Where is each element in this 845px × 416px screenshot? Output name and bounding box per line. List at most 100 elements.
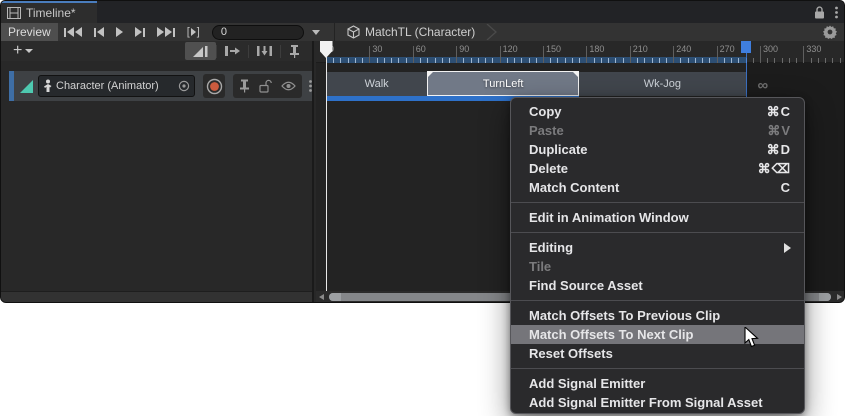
play-range-button[interactable]: [] [181,24,206,40]
clip-label: Walk [365,78,389,90]
unlock-icon[interactable] [259,79,272,93]
frame-field[interactable]: 0 [212,25,304,40]
ruler-label: 90 [459,44,469,54]
edit-mode-group [185,41,308,61]
menu-section: Edit in Animation Window [511,202,804,227]
pin-markers-button[interactable] [281,42,308,60]
record-icon [206,78,223,95]
filmstrip-icon [7,7,21,19]
menu-section: Copy⌘CPaste⌘VDuplicate⌘DDelete⌘⌫Match Co… [511,102,804,197]
ease-out-handle[interactable] [572,71,579,78]
play-button[interactable] [110,24,129,40]
menu-item-label: Reset Offsets [529,346,791,361]
menu-item-match-content[interactable]: Match ContentC [511,178,804,197]
menu-item-match-offsets-to-next-clip[interactable]: Match Offsets To Next Clip [511,325,804,344]
timeline-clip-wk-jog[interactable]: Wk-Jog [579,72,745,96]
clip-loop-bar [326,96,427,101]
menu-item-label: Delete [529,161,758,176]
breadcrumb-bar: MatchTL (Character) [335,23,844,41]
lock-icon[interactable] [814,6,825,19]
menu-item-label: Add Signal Emitter [529,376,791,391]
tab-timeline[interactable]: Timeline* [1,1,97,23]
menu-section: Add Signal Emitter Add Signal Emitter Fro… [511,368,804,412]
submenu-arrow-icon [784,243,791,253]
menu-item-edit-in-animation-window[interactable]: Edit in Animation Window [511,208,804,227]
menu-item-match-offsets-to-previous-clip[interactable]: Match Offsets To Previous Clip [511,306,804,325]
ruler-label: 270 [720,44,735,54]
menu-item-add-signal-emitter[interactable]: Add Signal Emitter [511,374,804,393]
playhead-line [326,55,327,291]
menu-item-copy[interactable]: Copy⌘C [511,102,804,121]
scroll-right-icon[interactable] [837,294,842,300]
menu-item-reset-offsets[interactable]: Reset Offsets [511,344,804,363]
gear-icon[interactable] [823,25,837,39]
menu-item-tile: Tile [511,257,804,276]
preview-toggle-button[interactable]: Preview [1,23,58,41]
clip-label: TurnLeft [483,78,524,90]
menu-item-shortcut: ⌘C [767,104,791,120]
next-frame-button[interactable] [129,24,151,40]
replace-mode-icon [257,45,272,57]
track-kebab-icon[interactable] [309,79,312,93]
timeline-clip-walk[interactable]: Walk [326,72,427,96]
ruler-label: 60 [416,44,426,54]
eye-icon[interactable] [281,81,296,91]
track-toolbar: + [1,41,312,61]
transport-controls: Preview [] 0 [1,23,335,41]
previous-frame-button[interactable] [88,24,110,40]
menu-item-paste: Paste⌘V [511,121,804,140]
ruler-label: 210 [633,44,648,54]
track-panel-footer [1,291,312,303]
menu-item-label: Tile [529,259,791,274]
kebab-menu-icon[interactable] [835,6,838,19]
timeline-end-marker[interactable] [741,41,751,53]
menu-item-label: Editing [529,240,784,255]
clip-label: Wk-Jog [644,78,681,90]
ruler-label: 30 [372,44,382,54]
ruler-label: 300 [763,44,778,54]
menu-item-shortcut: ⌘D [767,142,791,158]
add-track-button[interactable]: + [13,44,33,58]
object-picker-icon[interactable] [178,80,190,92]
menu-item-shortcut: ⌘V [767,123,791,139]
mix-mode-icon [193,45,208,58]
track-options-group [233,74,302,98]
ruler-label: 150 [546,44,561,54]
infinity-extrapolation-icon: ∞ [758,77,769,94]
ruler-label: 120 [503,44,518,54]
menu-item-duplicate[interactable]: Duplicate⌘D [511,140,804,159]
menu-item-label: Find Source Asset [529,278,791,293]
record-button[interactable] [203,74,225,98]
scroll-left-icon[interactable] [319,294,324,300]
breadcrumb-chevron-icon [486,24,498,40]
menu-item-label: Duplicate [529,142,767,157]
track-binding-field[interactable]: Character (Animator) [38,75,195,97]
frame-options-dropdown-icon[interactable] [312,30,320,35]
menu-item-add-signal-emitter-from-signal-asset[interactable]: Add Signal Emitter From Signal Asset [511,393,804,412]
plus-icon: + [13,44,22,58]
menu-item-delete[interactable]: Delete⌘⌫ [511,159,804,178]
timeline-ruler[interactable]: 0306090120150180210240270300330 [316,41,845,63]
menu-item-label: Match Content [529,180,781,195]
menu-item-label: Paste [529,123,767,138]
menu-section: Match Offsets To Previous ClipMatch Offs… [511,300,804,363]
replace-mode-button[interactable] [249,42,280,60]
tab-title: Timeline* [26,6,76,20]
menu-item-editing[interactable]: Editing [511,238,804,257]
ripple-mode-button[interactable] [217,42,248,60]
ease-in-handle[interactable] [427,71,434,78]
animator-person-icon [43,79,53,93]
animation-track-icon [19,79,34,94]
pin-icon[interactable] [239,79,250,93]
mix-mode-button[interactable] [185,42,216,60]
title-bar: Timeline* [1,1,844,23]
menu-item-label: Copy [529,104,767,119]
goto-end-button[interactable] [151,24,181,40]
breadcrumb[interactable]: MatchTL (Character) [347,24,498,40]
goto-start-button[interactable] [58,24,88,40]
screenshot-stage: Timeline* [0,0,845,416]
track-header-character[interactable]: Character (Animator) [9,71,312,101]
menu-section: Editing Tile Find Source Asset [511,232,804,295]
menu-item-find-source-asset[interactable]: Find Source Asset [511,276,804,295]
timeline-clip-turnleft[interactable]: TurnLeft [427,71,579,96]
